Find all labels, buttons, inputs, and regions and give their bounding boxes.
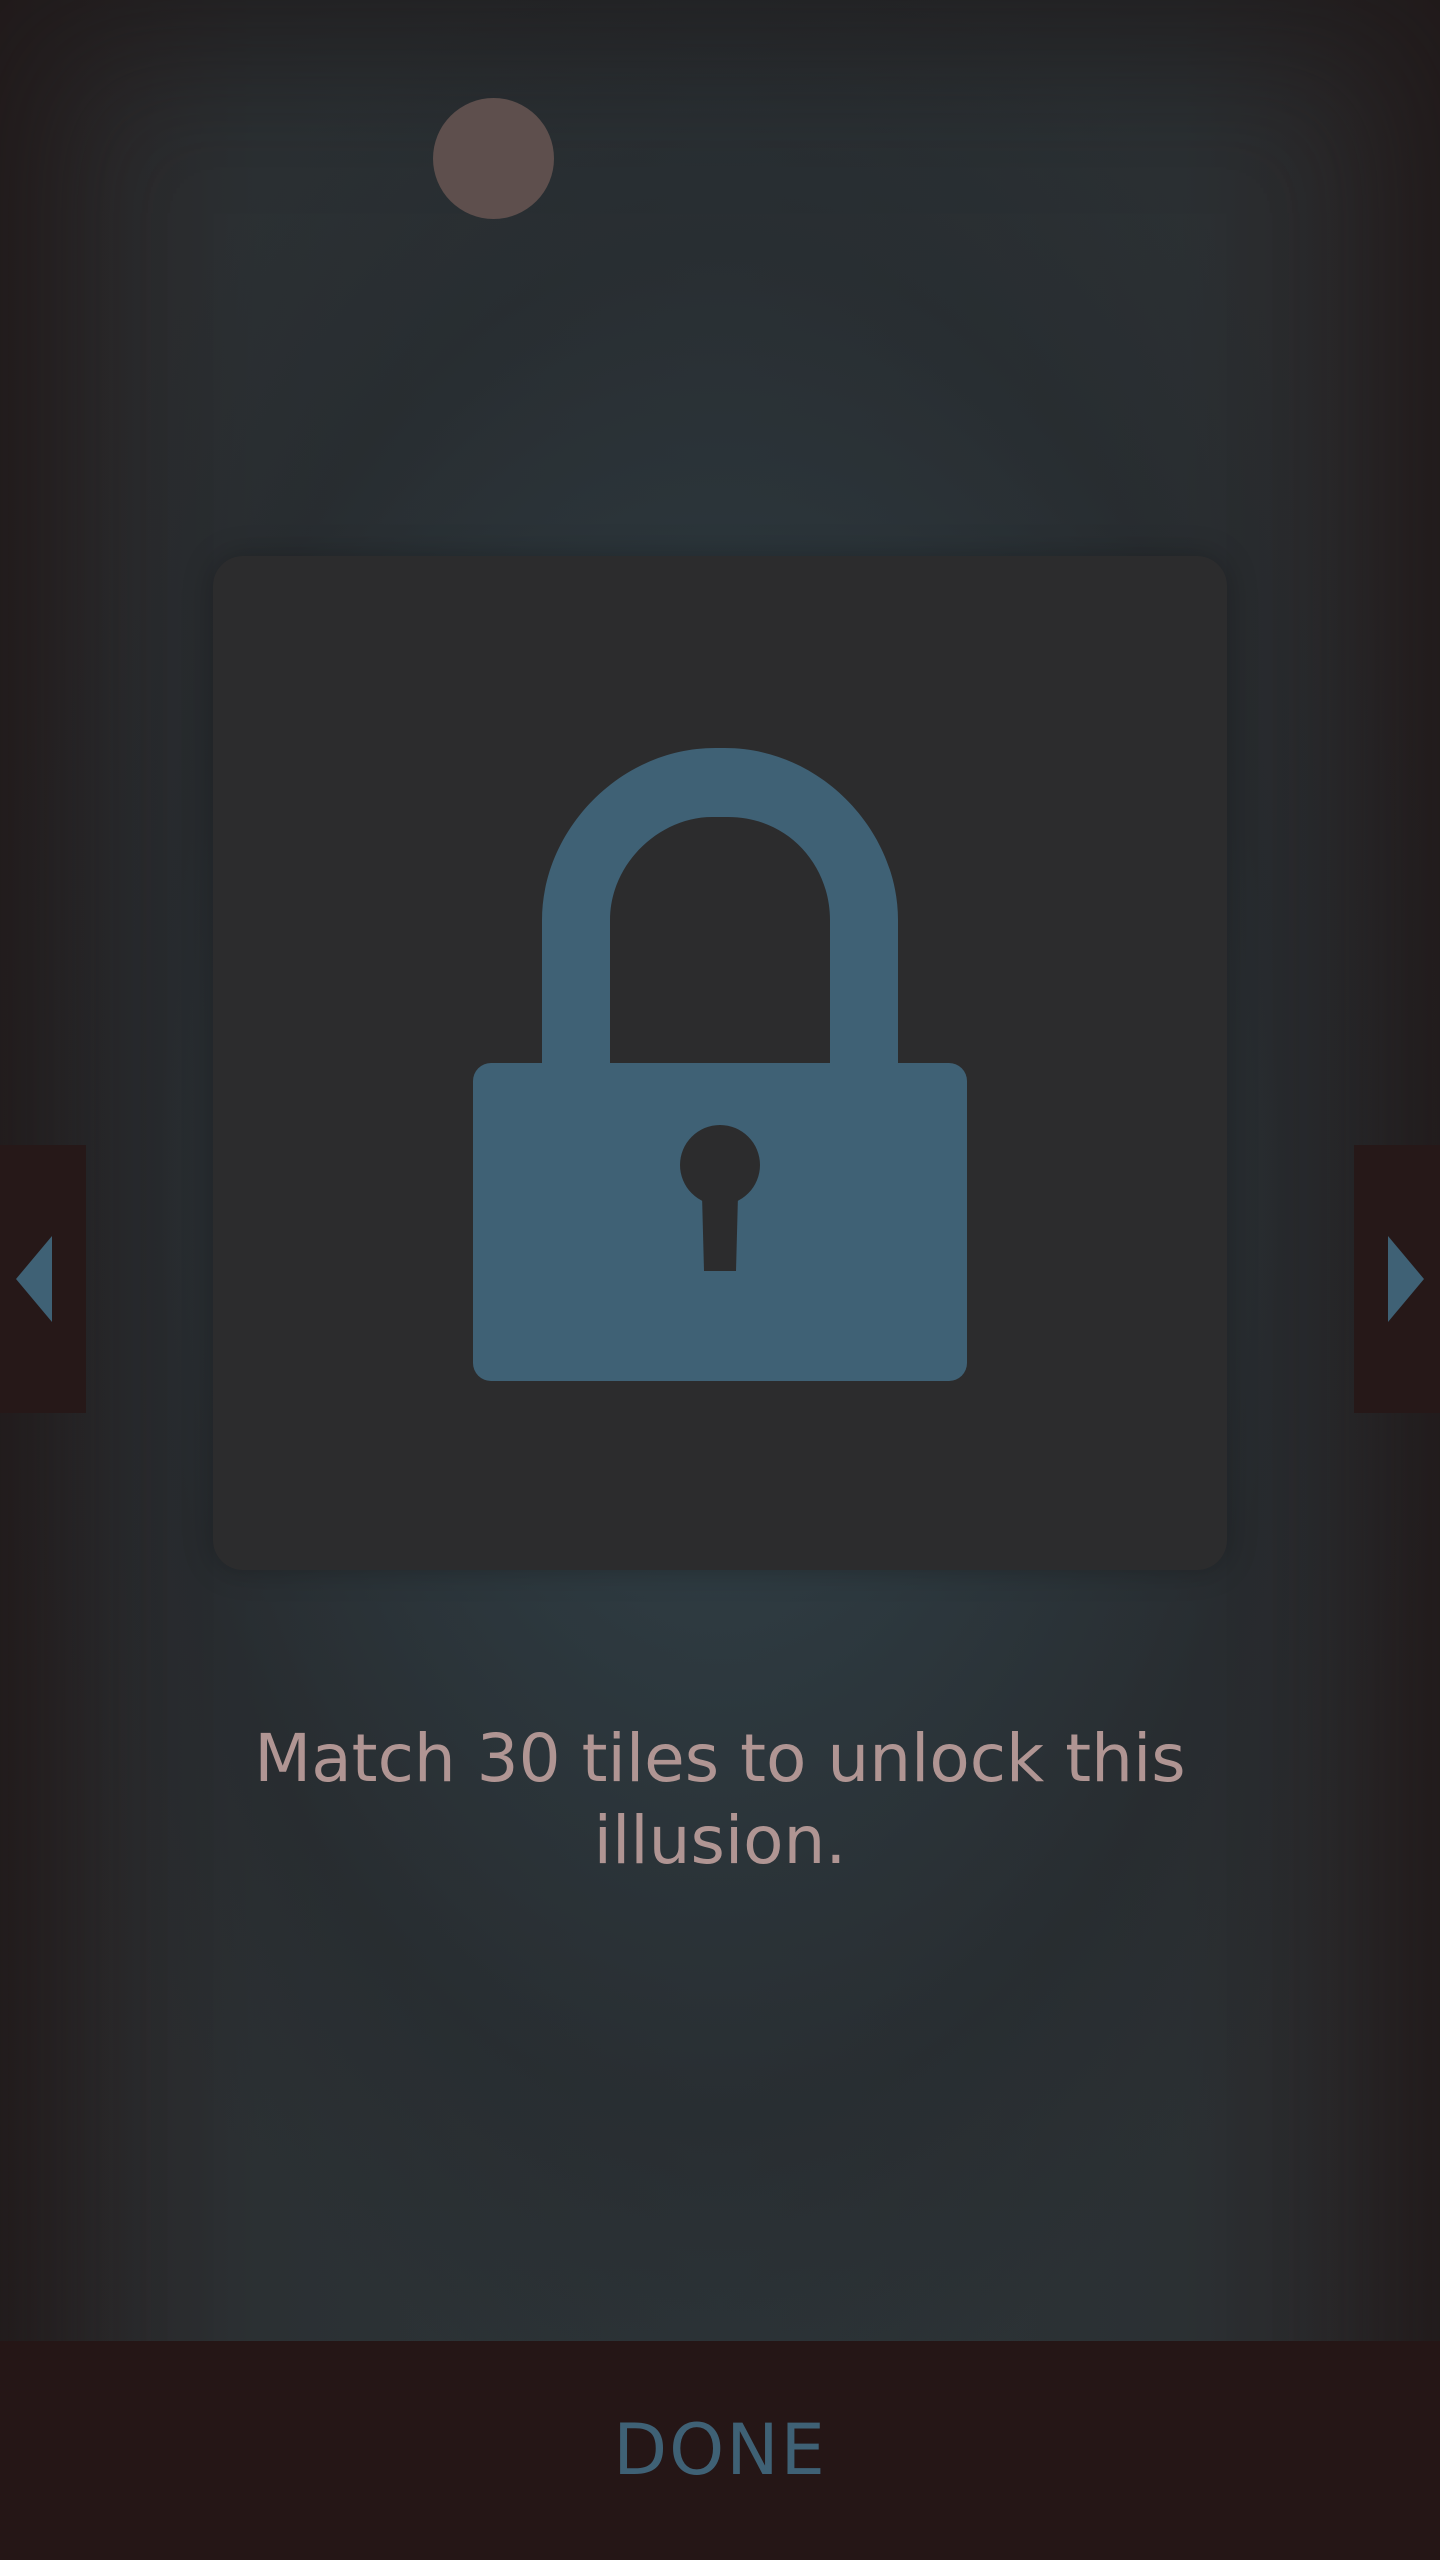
lock-icon [473,748,967,1381]
chevron-left-icon [16,1236,52,1322]
next-button[interactable] [1354,1145,1440,1413]
previous-button[interactable] [0,1145,86,1413]
unlock-message: Match 30 tiles to unlock this illusion. [254,1720,1186,1879]
chevron-right-icon [1388,1236,1424,1322]
page-indicator-dot [433,98,554,219]
done-button[interactable]: DONE [520,2395,920,2505]
